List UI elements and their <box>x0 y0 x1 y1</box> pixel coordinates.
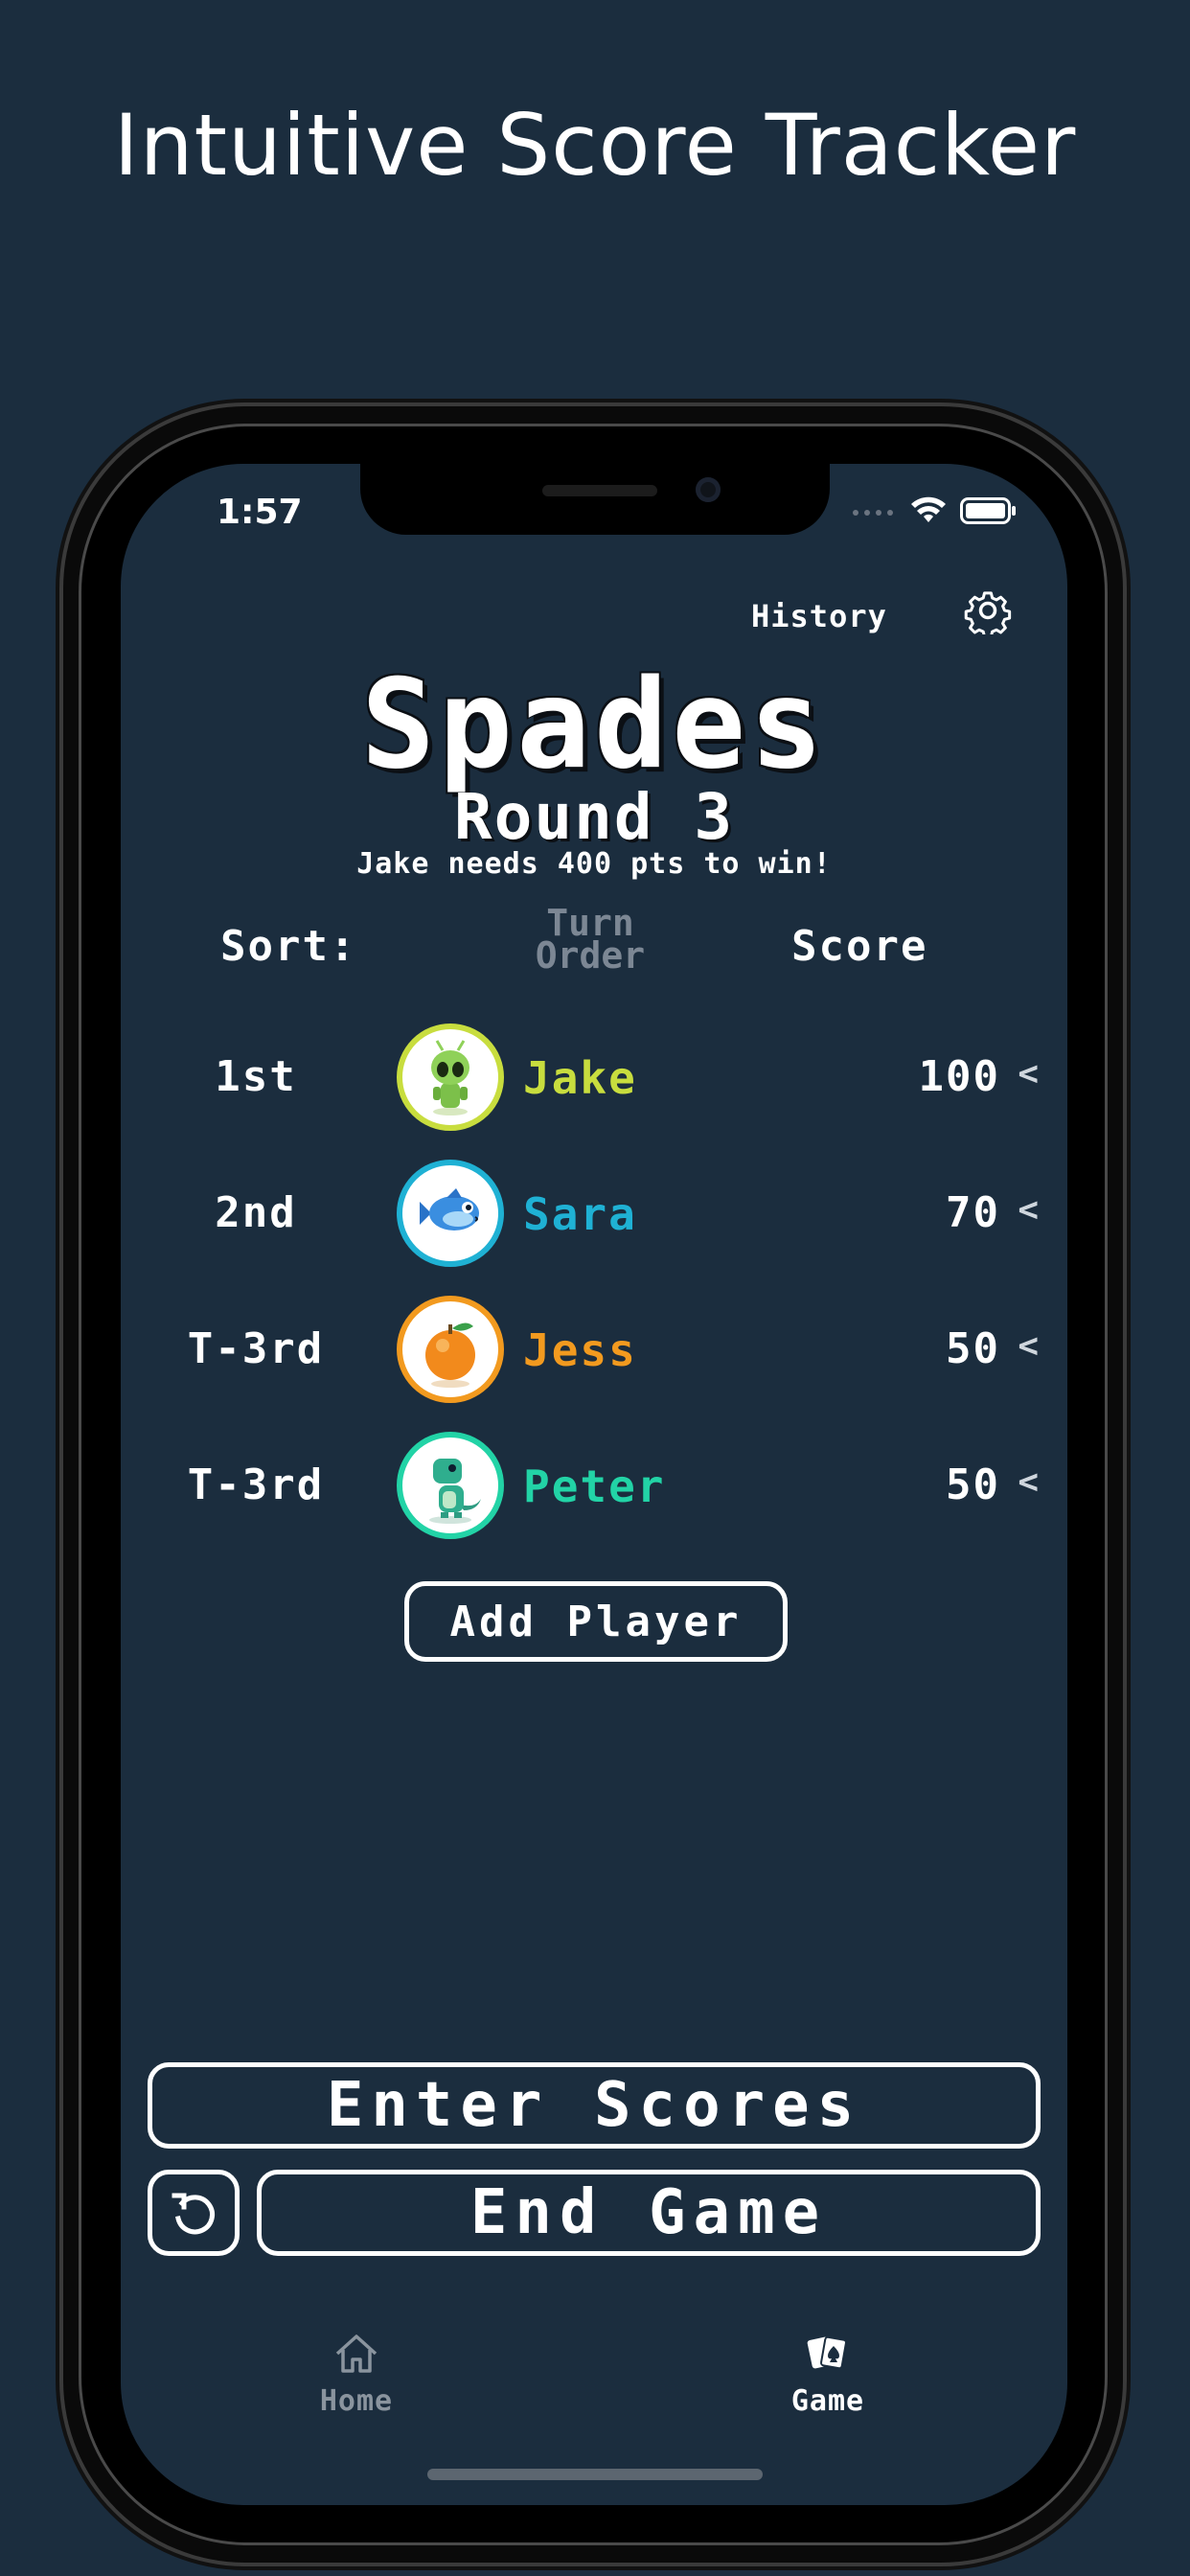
player-name: Jake <box>523 1052 637 1104</box>
player-rank: T-3rd <box>187 1324 325 1373</box>
player-score: 70 <box>946 1188 1000 1237</box>
tab-game-label: Game <box>790 2384 865 2418</box>
app-screen: 1:57 History Spades Round 3 Jake needs 4… <box>121 464 1067 2505</box>
tab-home-label: Home <box>319 2384 394 2418</box>
undo-icon <box>172 2193 215 2235</box>
house-icon <box>335 2334 378 2373</box>
home-indicator <box>427 2469 763 2480</box>
player-name: Sara <box>523 1188 637 1240</box>
enter-scores-button[interactable]: Enter Scores <box>148 2062 1041 2149</box>
status-time: 1:57 <box>217 493 303 532</box>
sort-label: Sort: <box>220 922 357 971</box>
player-score: 50 <box>946 1324 1000 1373</box>
chevron-left-icon[interactable]: < <box>1018 1326 1039 1366</box>
win-condition: Jake needs 400 pts to win! <box>356 847 832 881</box>
alien-avatar-icon <box>397 1024 504 1131</box>
player-name: Peter <box>523 1460 666 1512</box>
player-name: Jess <box>523 1324 637 1376</box>
player-row[interactable]: 2nd Sara 70 < <box>121 1160 1067 1275</box>
undo-button[interactable] <box>148 2170 240 2256</box>
speaker-grille <box>542 485 657 496</box>
battery-icon <box>960 497 1016 524</box>
player-rank: 2nd <box>215 1188 297 1237</box>
headline: Intuitive Score Tracker <box>113 96 1077 195</box>
player-row[interactable]: 1st Jake 100 < <box>121 1024 1067 1138</box>
orange-avatar-icon <box>397 1296 504 1403</box>
chevron-left-icon[interactable]: < <box>1018 1054 1039 1093</box>
round-label: Round 3 <box>453 780 735 854</box>
sort-score-option[interactable]: Score <box>791 922 927 971</box>
cellular-signal-icon <box>853 510 893 516</box>
end-game-button[interactable]: End Game <box>257 2170 1041 2256</box>
tab-home[interactable]: Home <box>261 2333 452 2418</box>
sort-turn-order-option[interactable]: Turn Order <box>494 905 686 974</box>
dinosaur-avatar-icon <box>397 1432 504 1539</box>
chevron-left-icon[interactable]: < <box>1018 1190 1039 1230</box>
player-score: 100 <box>918 1052 1000 1101</box>
player-rank: 1st <box>215 1052 297 1101</box>
history-link[interactable]: History <box>751 598 887 634</box>
player-row[interactable]: T-3rd Jess 50 < <box>121 1296 1067 1411</box>
front-camera <box>696 477 721 502</box>
game-title: Spades <box>360 654 828 796</box>
notch <box>360 464 830 535</box>
status-indicators <box>851 496 1016 525</box>
tab-game[interactable]: Game <box>732 2333 924 2418</box>
add-player-button[interactable]: Add Player <box>404 1581 788 1662</box>
gear-icon[interactable] <box>964 586 1012 634</box>
chevron-left-icon[interactable]: < <box>1018 1462 1039 1502</box>
player-score: 50 <box>946 1460 1000 1509</box>
player-rank: T-3rd <box>187 1460 325 1509</box>
cards-icon <box>807 2335 847 2370</box>
fish-avatar-icon <box>397 1160 504 1267</box>
player-row[interactable]: T-3rd Peter 50 < <box>121 1432 1067 1547</box>
wifi-icon <box>911 496 946 522</box>
